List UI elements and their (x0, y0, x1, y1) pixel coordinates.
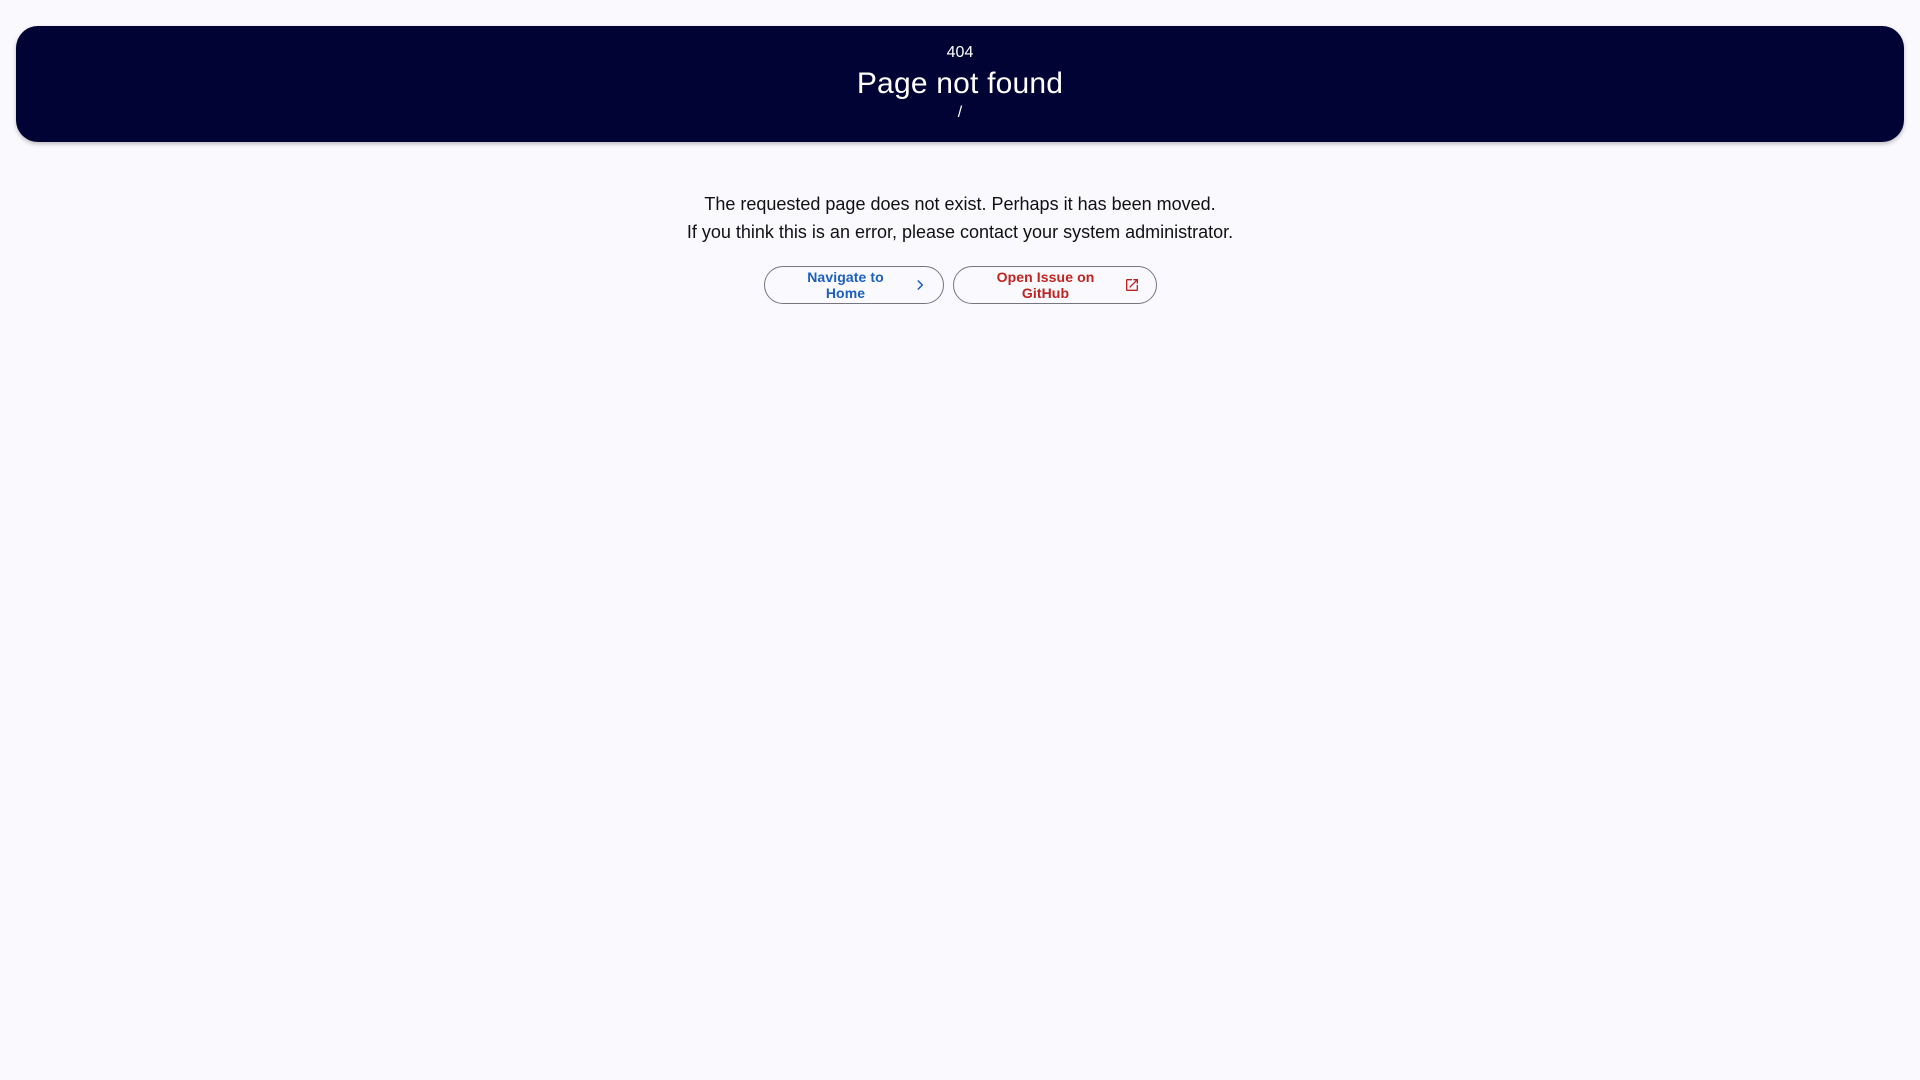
navigate-home-label: Navigate to Home (807, 269, 884, 301)
page-title: Page not found (856, 67, 1064, 100)
error-banner: 404 Page not found / (16, 26, 1904, 142)
open-github-issue-label: Open Issue on GitHub (996, 269, 1095, 301)
open-in-new-icon (1124, 277, 1140, 293)
open-github-issue-button[interactable]: Open Issue on GitHub (952, 266, 1157, 304)
not-found-page: 404 Page not found / The requested page … (0, 0, 1920, 1080)
error-message-line-1: The requested page does not exist. Perha… (704, 194, 1216, 214)
error-message: The requested page does not exist. Perha… (0, 190, 1920, 246)
requested-path: / (957, 104, 963, 121)
chevron-right-icon (913, 278, 927, 292)
error-message-line-2: If you think this is an error, please co… (686, 222, 1234, 242)
error-code: 404 (946, 44, 974, 61)
action-buttons: Navigate to Home Open Issue on GitHub (0, 266, 1920, 304)
navigate-home-button[interactable]: Navigate to Home (763, 266, 944, 304)
